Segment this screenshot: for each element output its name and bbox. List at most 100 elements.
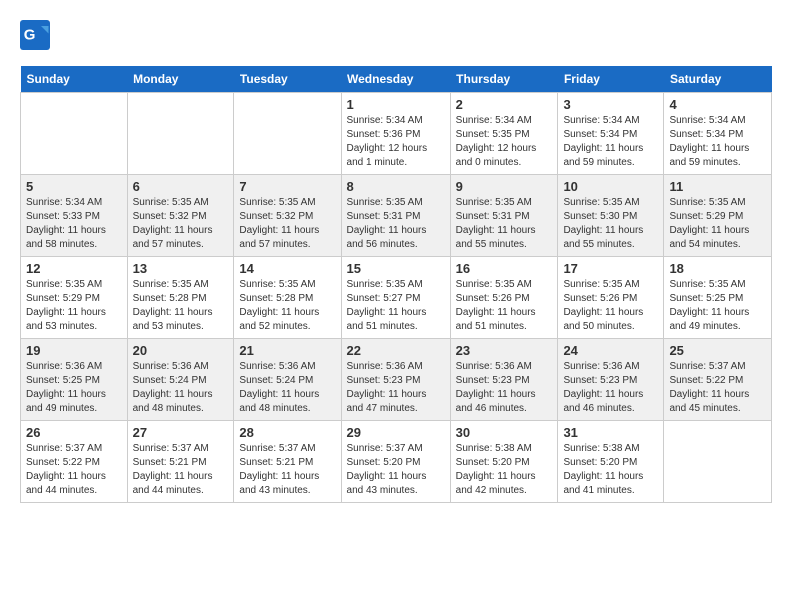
calendar-cell: 11Sunrise: 5:35 AM Sunset: 5:29 PM Dayli… <box>664 175 772 257</box>
calendar-cell: 12 Sunrise: 5:35 AM Sunset: 5:29 PM Dayli… <box>21 257 128 339</box>
calendar-cell: 26 Sunrise: 5:37 AM Sunset: 5:22 PM Dayli… <box>21 421 128 503</box>
calendar-cell: 23 Sunrise: 5:36 AM Sunset: 5:23 PM Dayli… <box>450 339 558 421</box>
day-info: Sunrise: 5:34 AM Sunset: 5:35 PM Dayligh… <box>456 114 553 170</box>
day-number: 12 <box>26 261 122 276</box>
calendar-cell: 20Sunrise: 5:36 AM Sunset: 5:24 PM Dayli… <box>127 339 234 421</box>
calendar-cell: 13 Sunrise: 5:35 AM Sunset: 5:28 PM Dayli… <box>127 257 234 339</box>
day-number: 1 <box>347 97 445 112</box>
calendar-week-row: 26 Sunrise: 5:37 AM Sunset: 5:22 PM Dayli… <box>21 421 772 503</box>
day-info: Sunrise: 5:37 AM Sunset: 5:21 PM Dayligh… <box>133 442 229 498</box>
calendar-cell: 8 Sunrise: 5:35 AM Sunset: 5:31 PM Daylig… <box>341 175 450 257</box>
calendar-cell: 19 Sunrise: 5:36 AM Sunset: 5:25 PM Dayli… <box>21 339 128 421</box>
calendar-cell: 21 Sunrise: 5:36 AM Sunset: 5:24 PM Dayli… <box>234 339 341 421</box>
weekday-header-sunday: Sunday <box>21 66 128 93</box>
day-number: 8 <box>347 179 445 194</box>
calendar-cell: 5 Sunrise: 5:34 AM Sunset: 5:33 PM Daylig… <box>21 175 128 257</box>
day-info: Sunrise: 5:34 AM Sunset: 5:34 PM Dayligh… <box>669 114 766 170</box>
day-number: 16 <box>456 261 553 276</box>
day-info: Sunrise: 5:36 AM Sunset: 5:23 PM Dayligh… <box>347 360 445 416</box>
weekday-header-tuesday: Tuesday <box>234 66 341 93</box>
day-number: 15 <box>347 261 445 276</box>
weekday-header-wednesday: Wednesday <box>341 66 450 93</box>
day-number: 13 <box>133 261 229 276</box>
day-number: 30 <box>456 425 553 440</box>
calendar-cell: 6Sunrise: 5:35 AM Sunset: 5:32 PM Daylig… <box>127 175 234 257</box>
calendar-week-row: 5 Sunrise: 5:34 AM Sunset: 5:33 PM Daylig… <box>21 175 772 257</box>
calendar-week-row: 12 Sunrise: 5:35 AM Sunset: 5:29 PM Dayli… <box>21 257 772 339</box>
calendar-cell: 1 Sunrise: 5:34 AM Sunset: 5:36 PM Daylig… <box>341 93 450 175</box>
calendar-cell <box>234 93 341 175</box>
day-number: 7 <box>239 179 335 194</box>
day-number: 23 <box>456 343 553 358</box>
day-info: Sunrise: 5:34 AM Sunset: 5:33 PM Dayligh… <box>26 196 122 252</box>
page-header: G <box>20 20 772 50</box>
calendar-cell: 30 Sunrise: 5:38 AM Sunset: 5:20 PM Dayli… <box>450 421 558 503</box>
weekday-header-friday: Friday <box>558 66 664 93</box>
day-info: Sunrise: 5:35 AM Sunset: 5:25 PM Dayligh… <box>669 278 766 334</box>
day-number: 27 <box>133 425 229 440</box>
day-number: 9 <box>456 179 553 194</box>
calendar-cell: 14 Sunrise: 5:35 AM Sunset: 5:28 PM Dayli… <box>234 257 341 339</box>
day-info: Sunrise: 5:37 AM Sunset: 5:22 PM Dayligh… <box>669 360 766 416</box>
calendar-cell <box>127 93 234 175</box>
day-number: 24 <box>563 343 658 358</box>
day-number: 4 <box>669 97 766 112</box>
day-info: Sunrise: 5:36 AM Sunset: 5:24 PM Dayligh… <box>133 360 229 416</box>
calendar-cell: 10 Sunrise: 5:35 AM Sunset: 5:30 PM Dayli… <box>558 175 664 257</box>
day-info: Sunrise: 5:36 AM Sunset: 5:23 PM Dayligh… <box>456 360 553 416</box>
day-number: 22 <box>347 343 445 358</box>
day-info: Sunrise: 5:35 AM Sunset: 5:29 PM Dayligh… <box>669 196 766 252</box>
calendar-cell: 28 Sunrise: 5:37 AM Sunset: 5:21 PM Dayli… <box>234 421 341 503</box>
calendar-cell: 29Sunrise: 5:37 AM Sunset: 5:20 PM Dayli… <box>341 421 450 503</box>
weekday-header-thursday: Thursday <box>450 66 558 93</box>
calendar-cell: 18 Sunrise: 5:35 AM Sunset: 5:25 PM Dayli… <box>664 257 772 339</box>
day-info: Sunrise: 5:35 AM Sunset: 5:30 PM Dayligh… <box>563 196 658 252</box>
weekday-header-monday: Monday <box>127 66 234 93</box>
day-number: 18 <box>669 261 766 276</box>
day-info: Sunrise: 5:36 AM Sunset: 5:23 PM Dayligh… <box>563 360 658 416</box>
svg-text:G: G <box>24 27 36 44</box>
calendar-cell <box>664 421 772 503</box>
calendar-cell: 7 Sunrise: 5:35 AM Sunset: 5:32 PM Daylig… <box>234 175 341 257</box>
day-info: Sunrise: 5:36 AM Sunset: 5:24 PM Dayligh… <box>239 360 335 416</box>
day-info: Sunrise: 5:36 AM Sunset: 5:25 PM Dayligh… <box>26 360 122 416</box>
day-info: Sunrise: 5:34 AM Sunset: 5:36 PM Dayligh… <box>347 114 445 170</box>
day-number: 14 <box>239 261 335 276</box>
day-number: 31 <box>563 425 658 440</box>
calendar-week-row: 1 Sunrise: 5:34 AM Sunset: 5:36 PM Daylig… <box>21 93 772 175</box>
calendar-cell: 15 Sunrise: 5:35 AM Sunset: 5:27 PM Dayli… <box>341 257 450 339</box>
day-info: Sunrise: 5:35 AM Sunset: 5:31 PM Dayligh… <box>347 196 445 252</box>
day-info: Sunrise: 5:37 AM Sunset: 5:22 PM Dayligh… <box>26 442 122 498</box>
day-info: Sunrise: 5:35 AM Sunset: 5:32 PM Dayligh… <box>133 196 229 252</box>
day-info: Sunrise: 5:35 AM Sunset: 5:26 PM Dayligh… <box>456 278 553 334</box>
calendar-cell: 22 Sunrise: 5:36 AM Sunset: 5:23 PM Dayli… <box>341 339 450 421</box>
logo: G <box>20 20 54 50</box>
day-info: Sunrise: 5:35 AM Sunset: 5:28 PM Dayligh… <box>133 278 229 334</box>
calendar-cell: 4 Sunrise: 5:34 AM Sunset: 5:34 PM Daylig… <box>664 93 772 175</box>
day-info: Sunrise: 5:35 AM Sunset: 5:29 PM Dayligh… <box>26 278 122 334</box>
calendar-cell: 9 Sunrise: 5:35 AM Sunset: 5:31 PM Daylig… <box>450 175 558 257</box>
day-number: 17 <box>563 261 658 276</box>
day-info: Sunrise: 5:35 AM Sunset: 5:32 PM Dayligh… <box>239 196 335 252</box>
day-info: Sunrise: 5:37 AM Sunset: 5:20 PM Dayligh… <box>347 442 445 498</box>
day-info: Sunrise: 5:38 AM Sunset: 5:20 PM Dayligh… <box>456 442 553 498</box>
day-number: 25 <box>669 343 766 358</box>
day-number: 21 <box>239 343 335 358</box>
calendar-cell: 3Sunrise: 5:34 AM Sunset: 5:34 PM Daylig… <box>558 93 664 175</box>
calendar-cell: 27 Sunrise: 5:37 AM Sunset: 5:21 PM Dayli… <box>127 421 234 503</box>
day-info: Sunrise: 5:35 AM Sunset: 5:31 PM Dayligh… <box>456 196 553 252</box>
day-info: Sunrise: 5:35 AM Sunset: 5:28 PM Dayligh… <box>239 278 335 334</box>
day-number: 5 <box>26 179 122 194</box>
calendar-cell: 31 Sunrise: 5:38 AM Sunset: 5:20 PM Dayli… <box>558 421 664 503</box>
day-number: 2 <box>456 97 553 112</box>
calendar-week-row: 19 Sunrise: 5:36 AM Sunset: 5:25 PM Dayli… <box>21 339 772 421</box>
day-info: Sunrise: 5:37 AM Sunset: 5:21 PM Dayligh… <box>239 442 335 498</box>
day-number: 26 <box>26 425 122 440</box>
calendar-cell: 24 Sunrise: 5:36 AM Sunset: 5:23 PM Dayli… <box>558 339 664 421</box>
day-number: 10 <box>563 179 658 194</box>
day-number: 19 <box>26 343 122 358</box>
day-number: 28 <box>239 425 335 440</box>
day-info: Sunrise: 5:35 AM Sunset: 5:27 PM Dayligh… <box>347 278 445 334</box>
day-info: Sunrise: 5:38 AM Sunset: 5:20 PM Dayligh… <box>563 442 658 498</box>
calendar-cell: 16 Sunrise: 5:35 AM Sunset: 5:26 PM Dayli… <box>450 257 558 339</box>
